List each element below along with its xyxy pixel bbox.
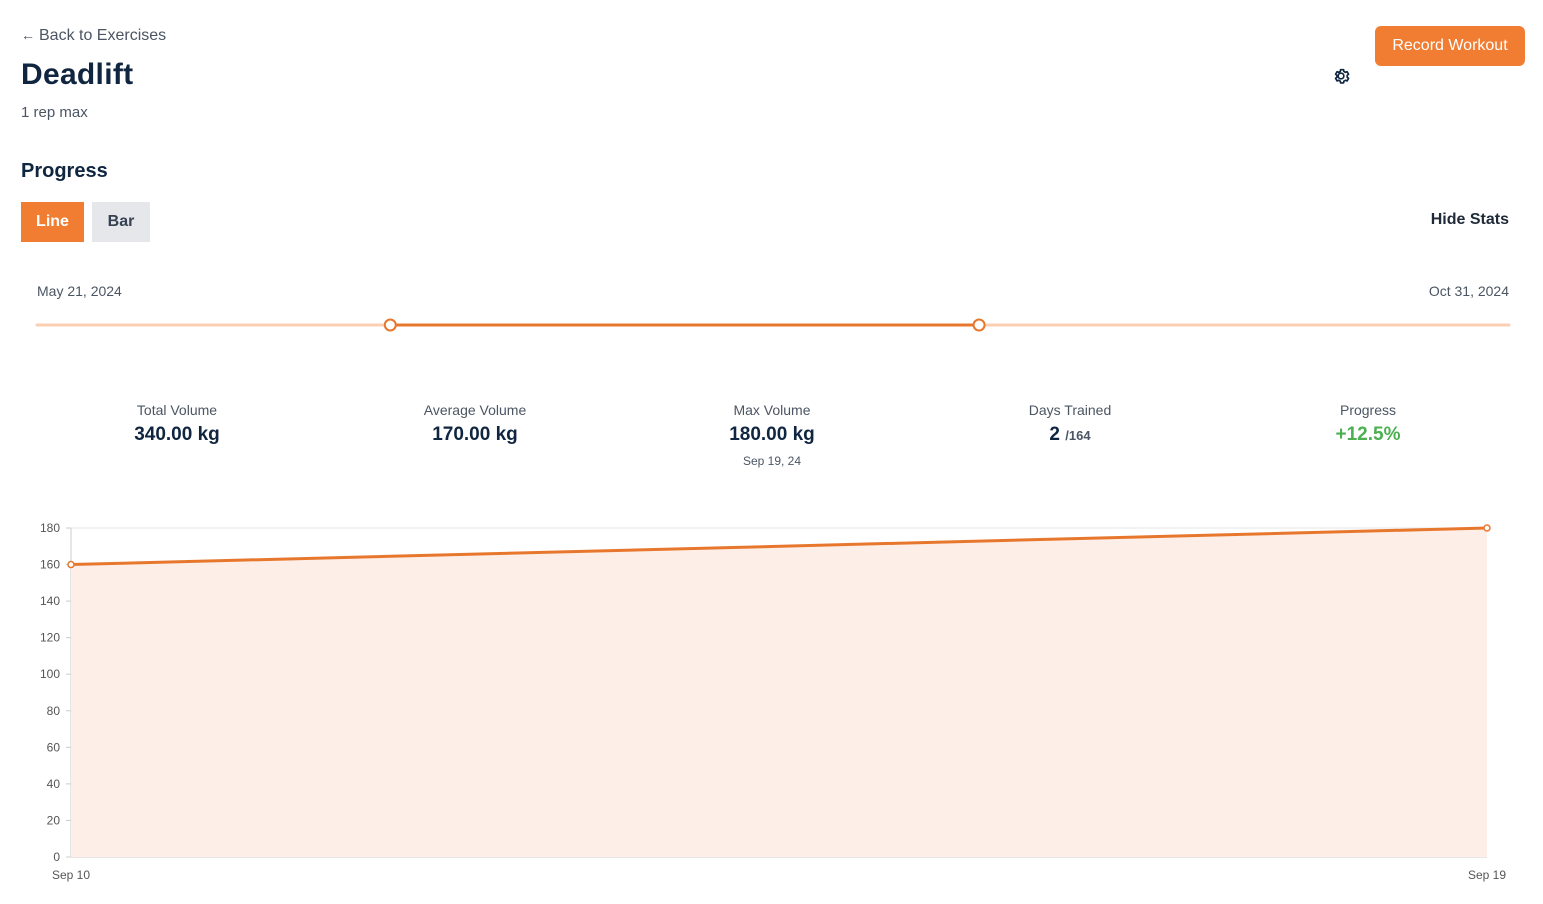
y-tick-label: 60: [47, 740, 61, 754]
stat-total-volume: Total Volume 340.00 kg: [57, 402, 297, 446]
days-total: /164: [1065, 428, 1091, 443]
y-tick-label: 180: [40, 521, 60, 535]
x-tick-label: Sep 10: [52, 868, 90, 882]
y-tick-label: 140: [40, 594, 60, 608]
slider-end-handle[interactable]: [972, 318, 986, 332]
bar-chart-toggle[interactable]: Bar: [92, 202, 150, 242]
exercise-subtitle: 1 rep max: [21, 104, 88, 121]
stat-label: Progress: [1339, 402, 1397, 418]
stat-value: 180.00 kg: [729, 424, 815, 445]
gear-icon[interactable]: [1331, 66, 1351, 86]
series-area: [71, 528, 1487, 857]
stat-value: 340.00 kg: [134, 424, 220, 445]
date-range-slider[interactable]: [30, 310, 1516, 340]
data-point: [1483, 524, 1491, 532]
stat-value: +12.5%: [1335, 424, 1401, 445]
y-tick-label: 80: [47, 704, 61, 718]
page-title: Deadlift: [21, 58, 134, 91]
stat-value: 170.00 kg: [432, 424, 518, 445]
stat-progress: Progress +12.5%: [1248, 402, 1488, 446]
stat-label: Average Volume: [423, 402, 527, 418]
stat-label: Total Volume: [136, 402, 218, 418]
back-arrow-icon: ←: [21, 27, 35, 43]
stat-days-trained: Days Trained 2 /164: [950, 402, 1190, 446]
back-to-exercises-link[interactable]: ← Back to Exercises: [21, 27, 166, 45]
line-chart-toggle[interactable]: Line: [21, 202, 84, 242]
stat-average-volume: Average Volume 170.00 kg: [355, 402, 595, 446]
y-tick-label: 160: [40, 558, 60, 572]
stat-label: Days Trained: [1028, 402, 1112, 418]
data-point: [67, 560, 75, 569]
y-tick-label: 20: [47, 813, 61, 827]
y-tick-label: 100: [40, 667, 60, 681]
hide-stats-button[interactable]: Hide Stats: [1431, 211, 1509, 229]
stat-label: Max Volume: [733, 402, 811, 418]
record-workout-button[interactable]: Record Workout: [1375, 26, 1525, 66]
y-tick-label: 40: [47, 777, 61, 791]
stat-value: 2 /164: [950, 424, 1190, 446]
progress-chart: 0 20 40 60 80 100 120 140 160 180 Sep 10 Sep 19: [40, 521, 1506, 882]
range-end-date: Oct 31, 2024: [1428, 283, 1509, 299]
y-tick-label: 120: [40, 631, 60, 645]
x-tick-label: Sep 19: [1468, 868, 1506, 882]
stat-max-volume: Max Volume 180.00 kg Sep 19, 24: [652, 402, 892, 468]
slider-start-handle[interactable]: [383, 318, 397, 332]
y-tick-label: 0: [53, 850, 60, 864]
progress-section-title: Progress: [21, 160, 108, 182]
stat-max-date: Sep 19, 24: [742, 454, 802, 468]
back-link-label: Back to Exercises: [39, 27, 167, 44]
range-start-date: May 21, 2024: [37, 283, 122, 299]
days-count: 2: [1049, 424, 1060, 445]
